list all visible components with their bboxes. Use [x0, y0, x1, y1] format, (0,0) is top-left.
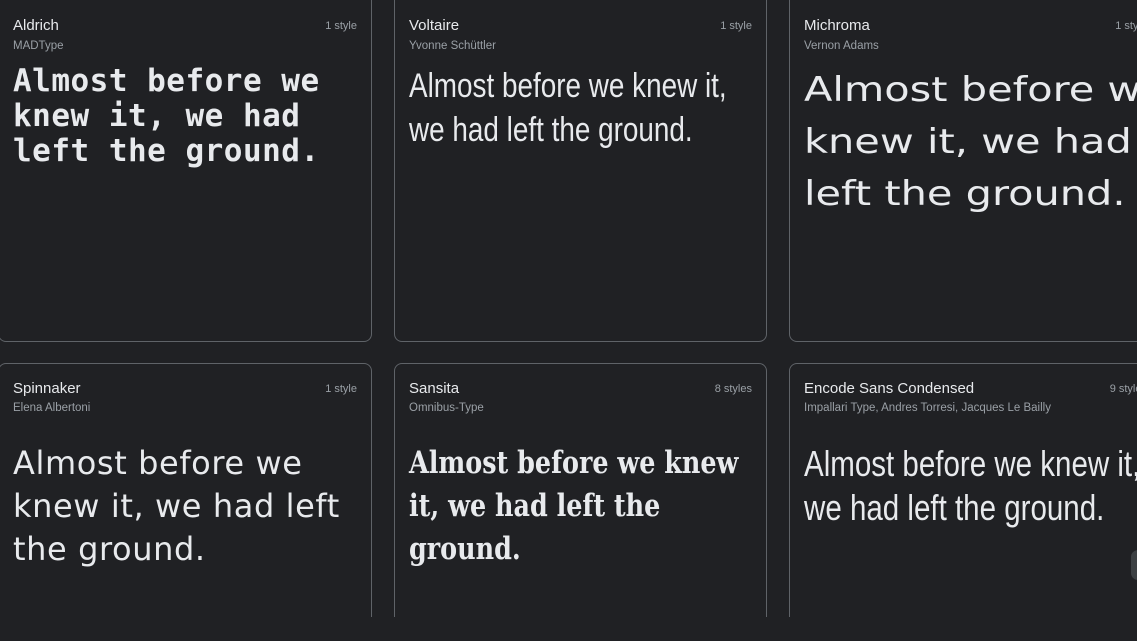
font-sample-text: Almost before we knew it, we had left th… — [13, 444, 340, 568]
font-card-voltaire[interactable]: Voltaire Yvonne Schüttler 1 style Almost… — [394, 0, 767, 342]
style-count: 1 style — [720, 20, 752, 32]
font-designer: Yvonne Schüttler — [409, 40, 496, 52]
font-card-aldrich[interactable]: Aldrich MADType 1 style Almost before we… — [0, 0, 372, 342]
style-count: 1 style — [325, 383, 357, 395]
font-sample-text: Almost before we knew it, we had left th… — [409, 445, 739, 567]
font-name: Spinnaker — [13, 380, 81, 397]
font-designer: Impallari Type, Andres Torresi, Jacques … — [804, 402, 1051, 414]
font-name: Aldrich — [13, 17, 59, 34]
style-count: 1 style — [1115, 20, 1137, 32]
font-card-michroma[interactable]: Michroma Vernon Adams 1 style Almost bef… — [789, 0, 1137, 342]
font-designer: Elena Albertoni — [13, 402, 91, 414]
font-name: Sansita — [409, 380, 460, 397]
font-name: Encode Sans Condensed — [804, 380, 975, 397]
font-card-grid: Aldrich MADType 1 style Almost before we… — [0, 0, 1137, 617]
font-name: Voltaire — [409, 17, 460, 34]
bottom-bar — [0, 617, 1137, 641]
style-count: 1 style — [325, 20, 357, 32]
style-count: 9 styles — [1109, 383, 1137, 395]
font-name: Michroma — [804, 17, 870, 34]
font-browser-viewport: Aldrich MADType 1 style Almost before we… — [0, 0, 1137, 641]
font-sample-text: Almost before we knew it, we had left th… — [409, 67, 727, 149]
font-card-encode-sans-condensed[interactable]: Encode Sans Condensed Impallari Type, An… — [789, 363, 1137, 617]
font-sample-text: Almost before we knew it, we had left th… — [804, 70, 1137, 214]
font-designer: Vernon Adams — [804, 40, 879, 52]
font-designer: MADType — [13, 40, 64, 52]
style-count: 8 styles — [714, 383, 752, 395]
font-sample-text: Almost before we knew it, we had left th… — [804, 443, 1137, 528]
floating-button[interactable] — [1131, 550, 1137, 580]
font-card-sansita[interactable]: Sansita Omnibus-Type 8 styles Almost bef… — [394, 363, 767, 617]
font-designer: Omnibus-Type — [409, 402, 484, 414]
font-card-spinnaker[interactable]: Spinnaker Elena Albertoni 1 style Almost… — [0, 363, 372, 617]
font-sample-text: Almost before we knew it, we had left th… — [13, 63, 320, 169]
